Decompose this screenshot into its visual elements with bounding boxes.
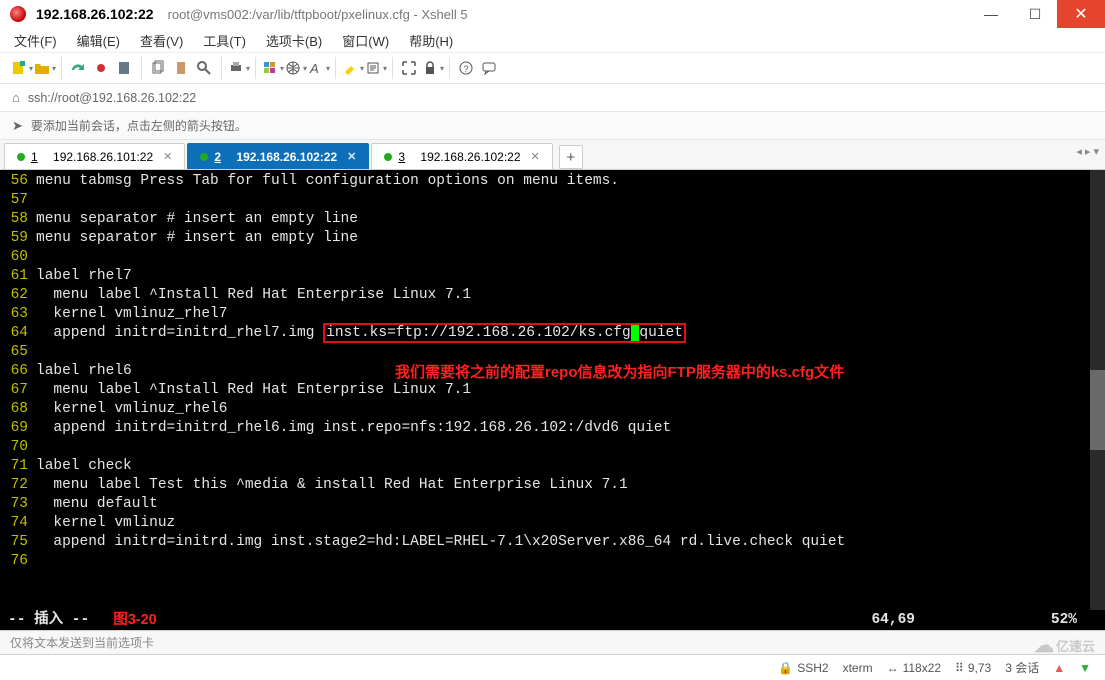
compose-bar[interactable]: 仅将文本发送到当前选项卡 [0, 630, 1105, 654]
session-tab-3[interactable]: 3 192.168.26.102:22 ✕ [371, 143, 552, 169]
svg-text:A: A [309, 61, 319, 76]
session-tab-1[interactable]: 1 192.168.26.101:22 ✕ [4, 143, 185, 169]
status-cursor: ⠿9,73 [955, 661, 991, 675]
terminal-line: 59menu separator # insert an empty line [0, 229, 1105, 248]
status-dot-icon [17, 153, 25, 161]
session-tabbar: 1 192.168.26.101:22 ✕ 2 192.168.26.102:2… [0, 140, 1105, 170]
close-icon[interactable]: ✕ [347, 150, 356, 163]
properties-button[interactable] [113, 57, 135, 79]
scrollbar-track[interactable] [1090, 170, 1105, 610]
info-bar: ➤ 要添加当前会话，点击左侧的箭头按钮。 [0, 112, 1105, 140]
script-button[interactable] [364, 57, 386, 79]
address-text[interactable]: ssh://root@192.168.26.102:22 [28, 91, 196, 105]
terminal-line: 74 kernel vmlinuz [0, 514, 1105, 533]
terminal-line: 61label rhel7 [0, 267, 1105, 286]
close-icon[interactable]: ✕ [531, 150, 540, 163]
download-arrow-icon: ▼ [1079, 661, 1091, 675]
maximize-button[interactable]: ☐ [1013, 0, 1057, 28]
menu-view[interactable]: 查看(V) [136, 28, 187, 53]
terminal-line: 64 append initrd=initrd_rhel7.img inst.k… [0, 324, 1105, 343]
menu-window[interactable]: 窗口(W) [338, 28, 393, 53]
highlighted-segment: inst.ks=ftp://192.168.26.102/ks.cfg quie… [323, 323, 686, 343]
highlight-button[interactable] [341, 57, 363, 79]
svg-text:?: ? [464, 64, 469, 74]
open-button[interactable] [33, 57, 55, 79]
terminal-line: 57 [0, 191, 1105, 210]
terminal-line: 62 menu label ^Install Red Hat Enterpris… [0, 286, 1105, 305]
print-button[interactable] [227, 57, 249, 79]
menu-edit[interactable]: 编辑(E) [73, 28, 124, 53]
info-text: 要添加当前会话，点击左侧的箭头按钮。 [31, 117, 247, 134]
terminal-line: 70 [0, 438, 1105, 457]
reconnect-button[interactable] [67, 57, 89, 79]
pin-icon[interactable]: ➤ [12, 118, 23, 134]
terminal-line: 65 [0, 343, 1105, 362]
vim-statusline: -- 插入 -- 图3-20 64,69 52% [0, 610, 1105, 630]
terminal-line: 76 [0, 552, 1105, 571]
menu-help[interactable]: 帮助(H) [405, 28, 457, 53]
terminal-line: 60 [0, 248, 1105, 267]
status-conn: 🔒SSH2 [778, 661, 828, 675]
lock-button[interactable] [421, 57, 443, 79]
encoding-button[interactable] [284, 57, 306, 79]
menubar: 文件(F) 编辑(E) 查看(V) 工具(T) 选项卡(B) 窗口(W) 帮助(… [0, 28, 1105, 52]
help-button[interactable]: ? [455, 57, 477, 79]
terminal-line: 73 menu default [0, 495, 1105, 514]
feedback-button[interactable] [478, 57, 500, 79]
copy-button[interactable] [147, 57, 169, 79]
app-icon [10, 6, 26, 22]
status-dot-icon [200, 153, 208, 161]
resize-icon: ↔ [887, 661, 899, 675]
host-icon: ⌂ [12, 90, 20, 105]
upload-arrow-icon: ▲ [1053, 661, 1065, 675]
menu-tools[interactable]: 工具(T) [199, 28, 250, 53]
session-tab-2[interactable]: 2 192.168.26.102:22 ✕ [187, 143, 369, 169]
scroll-percent: 52% [1051, 611, 1077, 630]
terminal-line: 63 kernel vmlinuz_rhel7 [0, 305, 1105, 324]
window-title: 192.168.26.102:22 [36, 6, 154, 22]
status-bar: 🔒SSH2 xterm ↔118x22 ⠿9,73 3 会话 ▲ ▼ ☁亿速云 [0, 654, 1105, 680]
menu-file[interactable]: 文件(F) [10, 28, 61, 53]
terminal-line: 56menu tabmsg Press Tab for full configu… [0, 172, 1105, 191]
new-session-button[interactable] [10, 57, 32, 79]
minimize-button[interactable]: — [969, 0, 1013, 28]
address-bar: ⌂ ssh://root@192.168.26.102:22 [0, 84, 1105, 112]
window-titlebar: 192.168.26.102:22 root@vms002:/var/lib/t… [0, 0, 1105, 28]
font-button[interactable]: A [307, 57, 329, 79]
find-button[interactable] [193, 57, 215, 79]
terminal-line: 72 menu label Test this ^media & install… [0, 476, 1105, 495]
fullscreen-button[interactable] [398, 57, 420, 79]
terminal-view[interactable]: 56menu tabmsg Press Tab for full configu… [0, 170, 1105, 630]
status-size: ↔118x22 [887, 661, 941, 675]
terminal-line: 68 kernel vmlinuz_rhel6 [0, 400, 1105, 419]
vim-mode: -- 插入 -- [8, 611, 89, 630]
disconnect-button[interactable] [90, 57, 112, 79]
scrollbar-thumb[interactable] [1090, 370, 1105, 450]
annotation-text: 我们需要将之前的配置repo信息改为指向FTP服务器中的ks.cfg文件 [395, 363, 844, 382]
status-term: xterm [843, 661, 873, 675]
compose-placeholder: 仅将文本发送到当前选项卡 [10, 634, 154, 651]
terminal-line: 69 append initrd=initrd_rhel6.img inst.r… [0, 419, 1105, 438]
close-icon[interactable]: ✕ [163, 150, 172, 163]
cursor-position: 64,69 [871, 611, 915, 630]
terminal-line: 71label check [0, 457, 1105, 476]
close-button[interactable]: ✕ [1057, 0, 1105, 28]
window-controls: — ☐ ✕ [969, 0, 1105, 28]
window-subtitle: root@vms002:/var/lib/tftpboot/pxelinux.c… [168, 7, 468, 22]
figure-label: 图3-20 [113, 611, 157, 630]
tab-nav-arrows[interactable]: ◂ ▸ ▾ [1076, 145, 1099, 158]
lock-icon: 🔒 [778, 661, 793, 675]
menu-tabs[interactable]: 选项卡(B) [262, 28, 326, 53]
toolbar: A ? [0, 52, 1105, 84]
terminal-line: 75 append initrd=initrd.img inst.stage2=… [0, 533, 1105, 552]
terminal-line: 67 menu label ^Install Red Hat Enterpris… [0, 381, 1105, 400]
status-dot-icon [384, 153, 392, 161]
color-scheme-button[interactable] [261, 57, 283, 79]
watermark-logo: ☁亿速云 [1034, 633, 1095, 658]
terminal-line: 58menu separator # insert an empty line [0, 210, 1105, 229]
new-tab-button[interactable]: + [559, 145, 583, 169]
paste-button[interactable] [170, 57, 192, 79]
grid-icon: ⠿ [955, 661, 964, 675]
status-sessions: 3 会话 [1005, 659, 1039, 676]
